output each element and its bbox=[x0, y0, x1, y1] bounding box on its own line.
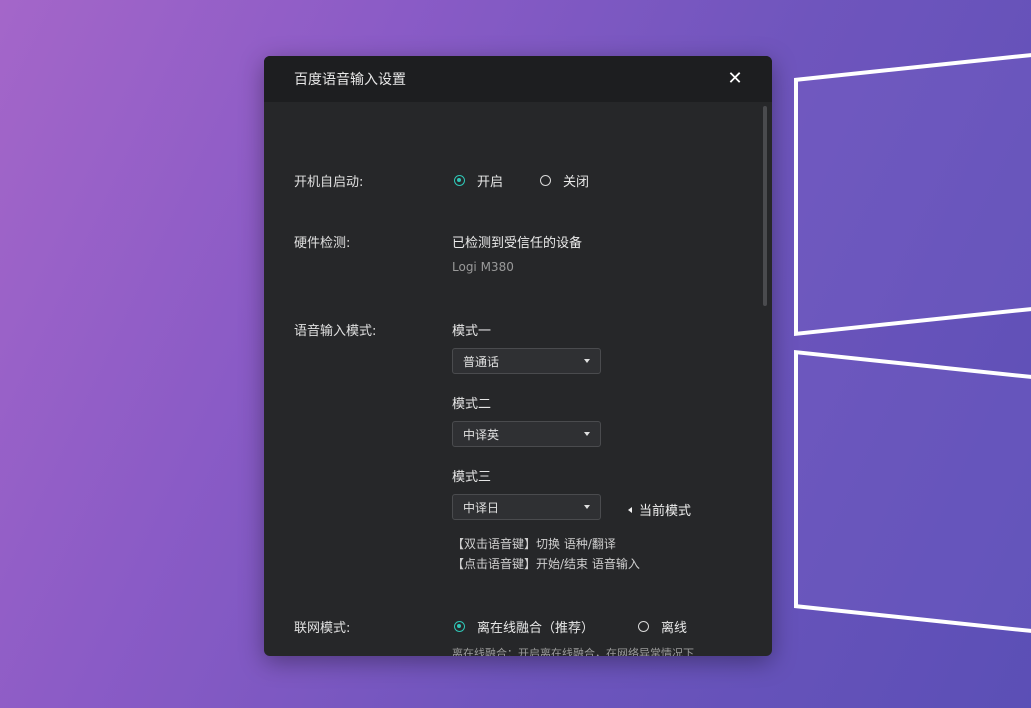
network-offline-radio[interactable]: 离线 bbox=[638, 617, 687, 636]
current-mode-indicator: 当前模式 bbox=[628, 500, 691, 519]
network-offline-label: 离线 bbox=[661, 621, 688, 636]
dialog-titlebar[interactable]: 百度语音输入设置 ✕ bbox=[264, 56, 772, 102]
mode-one-title: 模式一 bbox=[452, 324, 492, 339]
mode-two-select[interactable]: 中译英 bbox=[452, 421, 601, 447]
settings-dialog: 百度语音输入设置 ✕ 开机自启动: 开启 关闭 硬件检测: 已检测到受信任的设备… bbox=[264, 56, 772, 656]
radio-unchecked-icon bbox=[638, 621, 649, 632]
radio-checked-icon bbox=[454, 175, 465, 186]
device-name: Logi M380 bbox=[452, 260, 514, 274]
network-hybrid-radio[interactable]: 离在线融合（推荐） bbox=[454, 617, 594, 636]
startup-on-label: 开启 bbox=[477, 175, 504, 190]
settings-content: 开机自启动: 开启 关闭 硬件检测: 已检测到受信任的设备 Logi M380 … bbox=[264, 102, 772, 656]
hint-single-click: 【点击语音键】开始/结束 语音输入 bbox=[452, 557, 640, 571]
radio-unchecked-icon bbox=[540, 175, 551, 186]
voice-mode-label: 语音输入模式: bbox=[294, 324, 377, 339]
mode-one-value: 普通话 bbox=[463, 354, 500, 369]
hardware-label: 硬件检测: bbox=[294, 236, 351, 251]
network-hybrid-label: 离在线融合（推荐） bbox=[477, 621, 595, 636]
startup-label: 开机自启动: bbox=[294, 175, 364, 190]
windows-logo-pane-top bbox=[794, 49, 1031, 337]
close-icon[interactable]: ✕ bbox=[726, 70, 744, 88]
mode-three-select[interactable]: 中译日 bbox=[452, 494, 601, 520]
mode-two-title: 模式二 bbox=[452, 397, 492, 412]
network-label: 联网模式: bbox=[294, 621, 351, 636]
hint-double-click: 【双击语音键】切换 语种/翻译 bbox=[452, 537, 616, 551]
radio-checked-icon bbox=[454, 621, 465, 632]
startup-off-label: 关闭 bbox=[563, 175, 590, 190]
chevron-down-icon bbox=[584, 432, 590, 436]
windows-logo-pane-bottom bbox=[794, 350, 1031, 637]
mode-hints: 【双击语音键】切换 语种/翻译 【点击语音键】开始/结束 语音输入 bbox=[452, 534, 640, 574]
chevron-down-icon bbox=[584, 359, 590, 363]
mode-two-value: 中译英 bbox=[463, 427, 500, 442]
mode-three-title: 模式三 bbox=[452, 470, 492, 485]
dialog-title: 百度语音输入设置 bbox=[294, 72, 406, 88]
current-mode-label: 当前模式 bbox=[639, 504, 692, 519]
mode-three-value: 中译日 bbox=[463, 500, 500, 515]
hardware-status: 已检测到受信任的设备 bbox=[452, 236, 583, 251]
arrow-left-icon bbox=[628, 506, 632, 513]
startup-on-radio[interactable]: 开启 bbox=[454, 171, 503, 190]
network-description: 离在线融合：开启离在线融合，在网络异常情况下会自动进行离线语音识别，确保语音识别… bbox=[452, 647, 694, 656]
mode-one-select[interactable]: 普通话 bbox=[452, 348, 601, 374]
chevron-down-icon bbox=[584, 505, 590, 509]
startup-off-radio[interactable]: 关闭 bbox=[540, 171, 589, 190]
